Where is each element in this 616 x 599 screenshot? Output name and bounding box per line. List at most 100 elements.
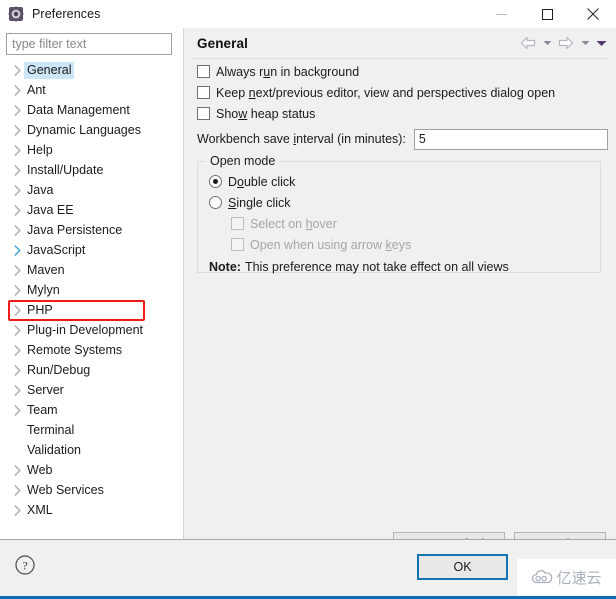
- sidebar-item-help[interactable]: Help: [0, 140, 183, 160]
- checkbox-label-always-run-in-background: Always run in background: [216, 64, 360, 79]
- sidebar-item-terminal[interactable]: Terminal: [0, 420, 183, 440]
- watermark-text: 亿速云: [556, 569, 602, 587]
- preference-tree[interactable]: General Ant Data Management Dynamic Languag…: [0, 60, 183, 538]
- minimize-button[interactable]: [478, 0, 524, 28]
- sidebar-item-label: Ant: [27, 82, 46, 97]
- sidebar-item-label: JavaScript: [27, 242, 86, 257]
- gear-icon: [8, 6, 24, 22]
- chevron-right-icon[interactable]: [10, 464, 24, 476]
- checkbox-keep-dialog-open[interactable]: [197, 86, 210, 99]
- forward-arrow-icon[interactable]: [556, 33, 576, 53]
- chevron-right-icon[interactable]: [10, 504, 24, 516]
- checkbox-row-show-heap-status[interactable]: Show heap status: [184, 103, 616, 124]
- maximize-button[interactable]: [524, 0, 570, 28]
- checkbox-always-run-in-background[interactable]: [197, 65, 210, 78]
- note-label: Note:: [209, 259, 241, 274]
- sidebar-item-web-services[interactable]: Web Services: [0, 480, 183, 500]
- sidebar-item-web[interactable]: Web: [0, 460, 183, 480]
- sidebar-item-ant[interactable]: Ant: [0, 80, 183, 100]
- checkbox-show-heap-status[interactable]: [197, 107, 210, 120]
- sidebar-item-label: Server: [27, 382, 64, 397]
- chevron-right-icon[interactable]: [10, 264, 24, 276]
- sidebar-item-label: PHP: [27, 302, 53, 317]
- sidebar-item-plug-in-development[interactable]: Plug-in Development: [0, 320, 183, 340]
- chevron-right-icon[interactable]: [10, 124, 24, 136]
- note-text: This preference may not take effect on a…: [244, 259, 509, 274]
- radio-row-single-click[interactable]: Single click: [198, 192, 600, 213]
- radio-double-click[interactable]: [209, 175, 222, 188]
- checkbox-row-always-run-in-background[interactable]: Always run in background: [184, 61, 616, 82]
- checkbox-label-show-heap-status: Show heap status: [216, 106, 316, 121]
- sidebar-item-mylyn[interactable]: Mylyn: [0, 280, 183, 300]
- chevron-right-icon[interactable]: [10, 344, 24, 356]
- close-button[interactable]: [570, 0, 616, 28]
- sidebar-item-label: Web: [27, 462, 53, 477]
- help-question-icon[interactable]: ?: [14, 554, 36, 576]
- sidebar-item-java-persistence[interactable]: Java Persistence: [0, 220, 183, 240]
- sidebar-item-dynamic-languages[interactable]: Dynamic Languages: [0, 120, 183, 140]
- chevron-right-icon[interactable]: [10, 324, 24, 336]
- sidebar-item-run-debug[interactable]: Run/Debug: [0, 360, 183, 380]
- sidebar-item-install-update[interactable]: Install/Update: [0, 160, 183, 180]
- chevron-right-icon[interactable]: [10, 164, 24, 176]
- sidebar-item-php[interactable]: PHP: [0, 300, 183, 321]
- open-mode-note: Note: This preference may not take effec…: [198, 256, 600, 277]
- sidebar-item-label: Maven: [27, 262, 65, 277]
- sidebar-item-validation[interactable]: Validation: [0, 440, 183, 460]
- chevron-right-icon[interactable]: [10, 404, 24, 416]
- back-arrow-icon[interactable]: [518, 33, 538, 53]
- chevron-right-icon[interactable]: [10, 204, 24, 216]
- chevron-right-icon[interactable]: [10, 224, 24, 236]
- sidebar-item-team[interactable]: Team: [0, 400, 183, 420]
- chevron-right-icon[interactable]: [10, 304, 24, 316]
- chevron-right-icon[interactable]: [10, 284, 24, 296]
- sidebar-item-data-management[interactable]: Data Management: [0, 100, 183, 120]
- header-separator: [192, 58, 609, 59]
- chevron-right-icon[interactable]: [10, 64, 24, 76]
- checkbox-label-open-when-using-arrow-keys: Open when using arrow keys: [250, 237, 412, 252]
- sidebar-item-label: Remote Systems: [27, 342, 123, 357]
- back-history-chevron-down-icon[interactable]: [540, 33, 554, 53]
- workbench-save-interval-row: Workbench save interval (in minutes):: [184, 126, 616, 152]
- sidebar-item-javascript[interactable]: JavaScript: [0, 240, 183, 260]
- forward-history-chevron-down-icon[interactable]: [578, 33, 592, 53]
- preference-page: General Always run in background Keep ne…: [184, 28, 616, 556]
- sidebar-item-remote-systems[interactable]: Remote Systems: [0, 340, 183, 360]
- sidebar-item-label: Dynamic Languages: [27, 122, 141, 137]
- chevron-right-icon[interactable]: [10, 244, 24, 256]
- view-menu-chevron-down-icon[interactable]: [594, 33, 608, 53]
- chevron-right-icon[interactable]: [10, 364, 24, 376]
- radio-single-click[interactable]: [209, 196, 222, 209]
- sidebar-item-label: Validation: [27, 442, 81, 457]
- sidebar-item-label: General: [24, 61, 75, 79]
- chevron-right-icon[interactable]: [10, 184, 24, 196]
- workbench-save-interval-input[interactable]: [413, 128, 608, 150]
- radio-label-double-click: Double click: [228, 174, 296, 189]
- sidebar-item-java[interactable]: Java: [0, 180, 183, 200]
- watermark: 亿速云: [517, 559, 616, 596]
- page-header: General: [184, 28, 616, 58]
- sidebar-item-xml[interactable]: XML: [0, 500, 183, 520]
- sidebar-item-label: Java: [27, 182, 54, 197]
- sidebar-item-general[interactable]: General: [0, 60, 183, 80]
- chevron-right-icon[interactable]: [10, 144, 24, 156]
- sidebar-item-label: Web Services: [27, 482, 104, 497]
- chevron-right-icon[interactable]: [10, 484, 24, 496]
- page-content: Always run in background Keep next/previ…: [184, 61, 616, 556]
- sidebar-item-maven[interactable]: Maven: [0, 260, 183, 280]
- sidebar-item-java-ee[interactable]: Java EE: [0, 200, 183, 220]
- sidebar-item-server[interactable]: Server: [0, 380, 183, 400]
- sidebar-item-label: Java EE: [27, 202, 74, 217]
- sidebar-item-label: Java Persistence: [27, 222, 123, 237]
- page-toolbar: [518, 33, 608, 53]
- window-controls: [478, 0, 616, 28]
- radio-row-double-click[interactable]: Double click: [198, 171, 600, 192]
- checkbox-select-on-hover: [231, 217, 244, 230]
- checkbox-row-keep-dialog-open[interactable]: Keep next/previous editor, view and pers…: [184, 82, 616, 103]
- sidebar: General Ant Data Management Dynamic Languag…: [0, 28, 183, 539]
- chevron-right-icon[interactable]: [10, 104, 24, 116]
- chevron-right-icon[interactable]: [10, 84, 24, 96]
- chevron-right-icon[interactable]: [10, 384, 24, 396]
- filter-input[interactable]: [6, 33, 172, 55]
- ok-button[interactable]: OK: [417, 554, 508, 580]
